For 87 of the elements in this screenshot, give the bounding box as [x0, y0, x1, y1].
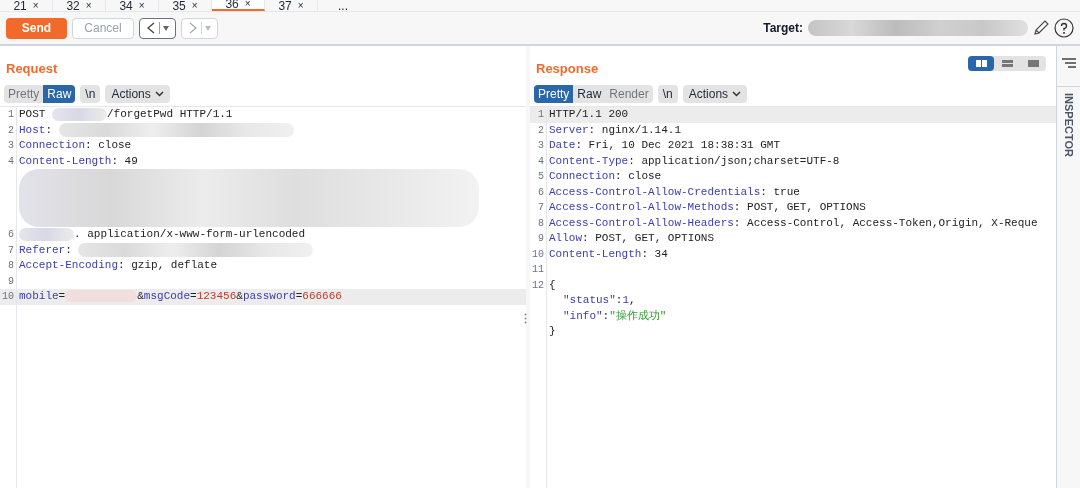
code-text: /forgetPwd HTTP/1.1 — [107, 108, 233, 120]
code-line: Access-Control-Allow-Credentials: true — [548, 184, 800, 200]
line-number: 3 — [537, 139, 545, 153]
line-number: 10 — [531, 247, 545, 262]
code-text: password — [242, 290, 296, 302]
splitter-handle-icon[interactable] — [524, 313, 527, 324]
code-line: } — [548, 324, 556, 339]
code-text: = — [190, 290, 197, 302]
line-number: 4 — [7, 154, 15, 169]
request-tab[interactable]: 21 × — [0, 0, 53, 11]
code-text: Referer — [19, 243, 66, 256]
code-text: & — [236, 290, 243, 302]
more-tabs[interactable]: ... — [318, 1, 368, 11]
code-editor[interactable] — [530, 106, 1056, 488]
code-text: 123456 — [196, 290, 237, 302]
line-number: 8 — [537, 216, 545, 231]
help-icon[interactable] — [1054, 18, 1074, 38]
square-icon — [1027, 59, 1039, 67]
code-line: "status":1, — [562, 293, 636, 308]
line-number: 11 — [531, 263, 545, 277]
code-line: Server: nginx/1.14.1 — [548, 122, 682, 138]
line-number: 8 — [7, 259, 15, 273]
layout-toggle[interactable] — [968, 55, 994, 71]
code-line: "info":"操作成功" — [562, 308, 667, 324]
code-text: POST — [19, 108, 47, 120]
line-number: 5 — [537, 170, 545, 184]
code-text: = — [295, 290, 303, 302]
actions-dropdown[interactable]: Actions — [682, 85, 748, 103]
request-tab[interactable]: 37 × — [265, 0, 318, 11]
target-field[interactable] — [808, 20, 1028, 36]
chevron-down-icon — [154, 91, 164, 97]
line-number: 1 — [537, 108, 545, 122]
line-number: 9 — [537, 232, 545, 246]
code-text: & — [137, 290, 144, 302]
code-line: Access-Control-Allow-Headers: Access-Control, Access-Token,Origin, X-Reque — [548, 215, 1038, 231]
code-line: HTTP/1.1 200 — [548, 107, 629, 122]
target-label: Target: — [763, 20, 803, 37]
request-tab[interactable]: 34 × — [106, 0, 159, 11]
view-mode-tab[interactable]: Raw — [573, 85, 606, 103]
code-line: Connection: close — [18, 138, 132, 153]
line-number: 2 — [537, 123, 545, 138]
line-number: 9 — [7, 274, 15, 289]
line-number: 1 — [7, 108, 15, 122]
rows-icon — [1001, 59, 1013, 67]
code-text: : — [45, 123, 53, 136]
line-number: 2 — [7, 123, 15, 138]
line-number: 10 — [1, 290, 15, 304]
view-mode-tab[interactable]: Pretty — [534, 85, 574, 103]
line-number: 7 — [7, 243, 15, 258]
line-number: 12 — [531, 278, 545, 293]
code-text: msgCode — [143, 290, 191, 302]
code-text: : — [65, 243, 73, 256]
request-tab[interactable]: 32 × — [53, 0, 106, 11]
chevron-right-icon — [188, 22, 198, 34]
code-line: Allow: POST, GET, OPTIONS — [548, 231, 715, 246]
code-line: Accept-Encoding: gzip, deflate — [18, 258, 218, 273]
view-mode-tab[interactable]: Raw — [43, 85, 76, 103]
newline-toggle[interactable]: \n — [80, 85, 101, 103]
line-number: 7 — [537, 201, 545, 215]
code-line: Content-Type: application/json;charset=UTF-8 — [548, 153, 840, 169]
panel-title: Response — [536, 60, 599, 79]
code-text: . application/x-www-form-urlencoded — [74, 228, 306, 240]
line-number: 6 — [7, 228, 15, 242]
actions-dropdown[interactable]: Actions — [105, 85, 170, 103]
code-text: = — [58, 290, 66, 302]
code-line: Access-Control-Allow-Methods: POST, GET, OPTIONS — [548, 200, 866, 215]
chevron-down-icon — [732, 91, 742, 97]
pencil-icon[interactable] — [1033, 20, 1049, 36]
line-number: 4 — [537, 154, 545, 169]
code-text: mobile — [19, 290, 59, 302]
menu-icon[interactable] — [1061, 58, 1076, 70]
back-button[interactable] — [139, 17, 176, 39]
code-text: Host — [19, 123, 46, 136]
line-number: 6 — [537, 185, 545, 200]
newline-toggle[interactable]: \n — [657, 85, 678, 103]
panel-title: Request — [6, 60, 58, 79]
chevron-left-icon — [146, 22, 156, 34]
code-line: { — [548, 277, 556, 293]
code-line: Date: Fri, 10 Dec 2021 18:38:31 GMT — [548, 138, 781, 153]
columns-icon — [975, 59, 987, 67]
code-line: Content-Length: 49 — [18, 153, 138, 169]
caret-icon[interactable] — [163, 25, 169, 31]
code-line: Content-Length: 34 — [548, 246, 668, 262]
code-line: Connection: close — [548, 169, 662, 184]
inspector-tab[interactable]: INSPECTOR — [1060, 93, 1077, 157]
line-number: 3 — [7, 139, 15, 153]
code-text: 666666 — [302, 290, 342, 302]
